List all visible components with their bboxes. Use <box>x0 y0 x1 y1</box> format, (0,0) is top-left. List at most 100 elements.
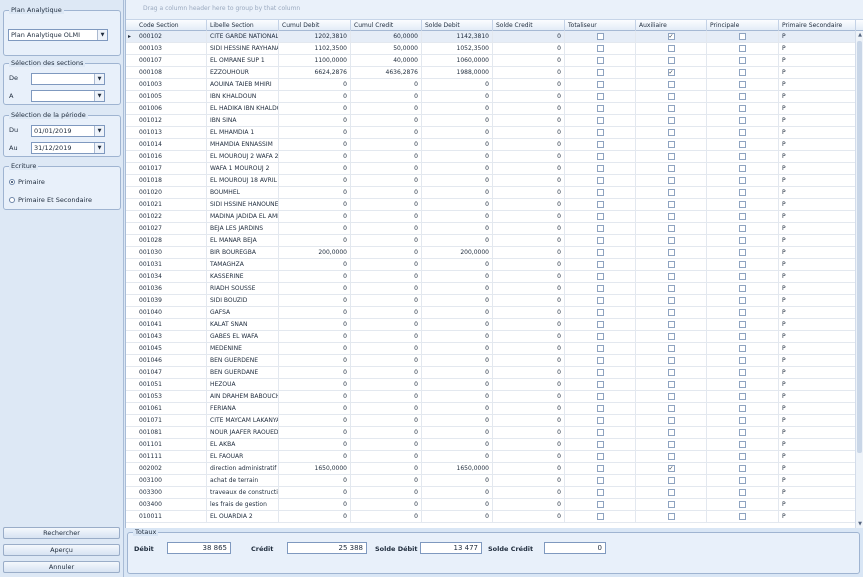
chevron-down-icon[interactable]: ▼ <box>97 30 107 40</box>
cell-sc[interactable]: 0 <box>493 295 565 307</box>
cell-cd[interactable]: 0 <box>279 139 351 151</box>
table-row[interactable]: 001081 NOUR JAAFER RAOUED 0 0 0 0 P <box>126 427 856 439</box>
cell-sd[interactable]: 0 <box>422 391 493 403</box>
cell-cc[interactable]: 0 <box>351 175 422 187</box>
cell-code[interactable]: 001071 <box>136 415 207 427</box>
totaliseur-checkbox[interactable] <box>596 429 604 436</box>
cell-code[interactable]: 001003 <box>136 79 207 91</box>
cell-cd[interactable]: 0 <box>279 307 351 319</box>
apercu-button[interactable]: Aperçu <box>3 544 120 556</box>
table-row[interactable]: 001016 EL MOUROUJ 2 WAFA 20000P <box>126 151 856 163</box>
principale-checkbox[interactable] <box>739 69 746 76</box>
table-row[interactable]: 001039 SIDI BOUZID 0 0 0 0 P <box>126 295 856 307</box>
principale-checkbox[interactable] <box>739 453 746 460</box>
cell-primaire-secondaire[interactable]: P <box>779 235 856 247</box>
cell-primaire-secondaire[interactable]: P <box>779 427 856 439</box>
cell-primaire-secondaire[interactable]: P <box>779 451 856 463</box>
table-row[interactable]: 001013 EL MHAMDIA 10000P <box>126 127 856 139</box>
cell-primaire-secondaire[interactable]: P <box>779 187 856 199</box>
cell-primaire-secondaire[interactable]: P <box>779 283 856 295</box>
cell-lib[interactable]: EL OUARDIA 2 <box>207 511 279 523</box>
cell-primaire-secondaire[interactable]: P <box>779 403 856 415</box>
cell-cd[interactable]: 1202,3810 <box>279 31 351 43</box>
cell-code[interactable]: 001022 <box>136 211 207 223</box>
cell-lib[interactable]: KASSERINE <box>207 271 279 283</box>
auxiliaire-checkbox[interactable] <box>667 141 675 148</box>
cell-cc[interactable]: 0 <box>351 511 422 523</box>
cell-primaire-secondaire[interactable]: P <box>779 211 856 223</box>
table-row[interactable]: 001047 BEN GUERDANE 0 0 0 0 P <box>126 367 856 379</box>
cell-cd[interactable]: 0 <box>279 127 351 139</box>
cell-code[interactable]: 001034 <box>136 271 207 283</box>
totaliseur-checkbox[interactable] <box>596 153 604 160</box>
cell-code[interactable]: 001027 <box>136 223 207 235</box>
principale-checkbox[interactable] <box>739 465 746 472</box>
vertical-scrollbar[interactable]: ▲ ▼ <box>855 31 863 528</box>
principale-checkbox[interactable] <box>739 501 746 508</box>
chevron-down-icon[interactable]: ▼ <box>94 74 104 84</box>
cell-lib[interactable]: AOUINA TAIEB MHIRI <box>207 79 279 91</box>
cell-code[interactable]: 001018 <box>136 175 207 187</box>
cell-sc[interactable]: 0 <box>493 259 565 271</box>
totaliseur-checkbox[interactable] <box>596 213 604 220</box>
cell-cc[interactable]: 0 <box>351 439 422 451</box>
principale-checkbox[interactable] <box>739 309 746 316</box>
cell-lib[interactable]: IBN KHALDOUN <box>207 91 279 103</box>
table-row[interactable]: 001012 IBN SINA 0 0 0 0 P <box>126 115 856 127</box>
totaliseur-checkbox[interactable] <box>596 261 604 268</box>
principale-checkbox[interactable] <box>739 357 746 364</box>
cell-code[interactable]: 001053 <box>136 391 207 403</box>
totaliseur-checkbox[interactable] <box>596 57 604 64</box>
totaliseur-checkbox[interactable] <box>596 129 604 136</box>
principale-checkbox[interactable] <box>739 45 746 52</box>
cell-primaire-secondaire[interactable]: P <box>779 379 856 391</box>
cell-code[interactable]: 010011 <box>136 511 207 523</box>
cell-cd[interactable]: 0 <box>279 211 351 223</box>
totaliseur-checkbox[interactable] <box>596 357 604 364</box>
cell-sd[interactable]: 0 <box>422 79 493 91</box>
cell-code[interactable]: 001031 <box>136 259 207 271</box>
table-row[interactable]: 001028 EL MANAR BEJA 0 0 0 0 P <box>126 235 856 247</box>
auxiliaire-checkbox[interactable] <box>667 297 675 304</box>
principale-checkbox[interactable] <box>739 285 746 292</box>
cell-cc[interactable]: 0 <box>351 235 422 247</box>
cell-code[interactable]: 001030 <box>136 247 207 259</box>
cell-cd[interactable]: 0 <box>279 427 351 439</box>
cell-primaire-secondaire[interactable]: P <box>779 139 856 151</box>
auxiliaire-checkbox[interactable] <box>667 81 675 88</box>
cell-code[interactable]: 000107 <box>136 55 207 67</box>
table-row[interactable]: 001003 AOUINA TAIEB MHIRI 0 0 0 0 P <box>126 79 856 91</box>
cell-cd[interactable]: 0 <box>279 151 351 163</box>
table-row[interactable]: 001022 MADINA JADIDA EL AMEN 0 0 0 0 P <box>126 211 856 223</box>
cell-code[interactable]: 001014 <box>136 139 207 151</box>
cell-primaire-secondaire[interactable]: P <box>779 295 856 307</box>
cell-sc[interactable]: 0 <box>493 247 565 259</box>
section-de-select[interactable]: ▼ <box>31 73 105 85</box>
cell-cc[interactable]: 0 <box>351 463 422 475</box>
auxiliaire-checkbox[interactable] <box>667 237 675 244</box>
cell-sd[interactable]: 0 <box>422 175 493 187</box>
cell-lib[interactable]: MEDENINE <box>207 343 279 355</box>
cell-code[interactable]: 001111 <box>136 451 207 463</box>
table-row[interactable]: 001053 AIN DRAHEM BABOUCH 0 0 0 0 P <box>126 391 856 403</box>
table-row[interactable]: 000108 EZZOUHOUR 6624,2876 4636,2876 1988,00… <box>126 67 856 79</box>
column-header[interactable]: Totaliseur <box>565 20 636 31</box>
principale-checkbox[interactable] <box>739 153 746 160</box>
cell-sc[interactable]: 0 <box>493 187 565 199</box>
totaliseur-checkbox[interactable] <box>596 45 604 52</box>
table-row[interactable]: 001014 MHAMDIA ENNASSIM 0 0 0 0 P <box>126 139 856 151</box>
cell-sd[interactable]: 0 <box>422 331 493 343</box>
table-row[interactable]: 001036 RIADH SOUSSE 0 0 0 0 P <box>126 283 856 295</box>
cell-sc[interactable]: 0 <box>493 115 565 127</box>
totaliseur-checkbox[interactable] <box>596 441 604 448</box>
auxiliaire-checkbox[interactable] <box>667 369 675 376</box>
cell-sd[interactable]: 0 <box>422 187 493 199</box>
column-header[interactable]: Cumul Credit <box>351 20 422 31</box>
cell-primaire-secondaire[interactable]: P <box>779 367 856 379</box>
table-row[interactable]: 001046 BEN GUERDENE 0 0 0 0 P <box>126 355 856 367</box>
column-header[interactable]: Cumul Debit <box>279 20 351 31</box>
cell-sc[interactable]: 0 <box>493 199 565 211</box>
scroll-up-icon[interactable]: ▲ <box>856 31 863 39</box>
cell-code[interactable]: 003100 <box>136 475 207 487</box>
cell-code[interactable]: 002002 <box>136 463 207 475</box>
